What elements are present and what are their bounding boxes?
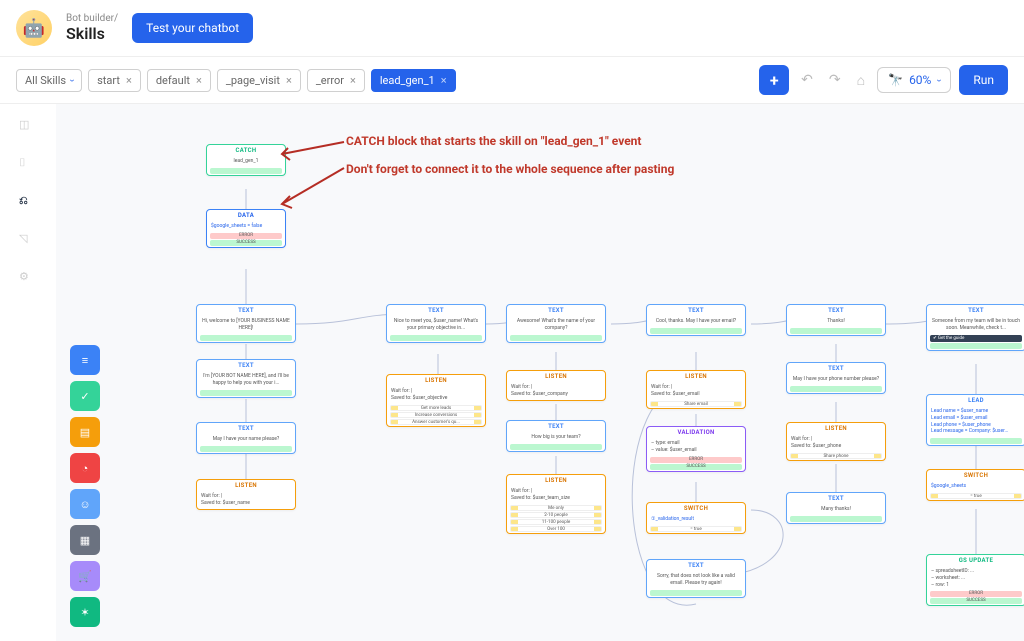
palette-list-icon[interactable]: ▤ xyxy=(70,417,100,447)
palette-link-icon[interactable]: ✶ xyxy=(70,597,100,627)
node-c4-listen[interactable]: LISTEN Wait for: |Saved to: $user_email … xyxy=(646,370,746,409)
node-c6-text1[interactable]: TEXTSomeone from my team will be in touc… xyxy=(926,304,1024,351)
filter-all-skills[interactable]: All Skills› xyxy=(16,69,82,92)
node-catch[interactable]: CATCH lead_gen_1 xyxy=(206,144,286,176)
tab-error[interactable]: _error× xyxy=(307,69,365,92)
node-c4-switch[interactable]: SWITCH ①_validation_result = true xyxy=(646,502,746,534)
run-button[interactable]: Run xyxy=(959,65,1008,95)
node-c3-text2[interactable]: TEXTHow big is your team? xyxy=(506,420,606,452)
node-c1-text3[interactable]: TEXTMay I have your name please? xyxy=(196,422,296,454)
tab-lead-gen-1[interactable]: lead_gen_1× xyxy=(371,69,456,92)
palette-check-icon[interactable]: ✓ xyxy=(70,381,100,411)
home-icon[interactable]: ⌂ xyxy=(853,72,869,89)
node-c3-listen2[interactable]: LISTEN Wait for: |Saved to: $user_team_s… xyxy=(506,474,606,534)
nav-broadcast-icon[interactable]: ◹ xyxy=(19,232,37,250)
undo-icon[interactable]: ↶ xyxy=(797,72,817,88)
node-c1-text1[interactable]: TEXTHi, welcome to [YOUR BUSINESS NAME H… xyxy=(196,304,296,343)
node-c5-text1[interactable]: TEXTThanks! xyxy=(786,304,886,336)
test-chatbot-button[interactable]: Test your chatbot xyxy=(132,13,253,43)
node-c1-listen[interactable]: LISTEN Wait for: |Saved to: $user_name xyxy=(196,479,296,510)
tab-page-visit[interactable]: _page_visit× xyxy=(217,69,301,92)
app-logo: 🤖 xyxy=(16,10,52,46)
node-c2-text1[interactable]: TEXTNice to meet you, $user_name! What's… xyxy=(386,304,486,343)
nav-skills-icon[interactable]: ⎌ xyxy=(19,194,37,212)
node-c1-text2[interactable]: TEXTI'm [YOUR BOT NAME HERE], and I'll b… xyxy=(196,359,296,398)
binoculars-icon: 🔭 xyxy=(888,73,903,87)
node-c4-text-err[interactable]: TEXTSorry, that does not look like a val… xyxy=(646,559,746,598)
node-c2-listen[interactable]: LISTEN Wait for: |Saved to: $user_object… xyxy=(386,374,486,427)
node-c6-switch[interactable]: SWITCH $google_sheets = true xyxy=(926,469,1024,501)
node-c5-text3[interactable]: TEXTMany thanks! xyxy=(786,492,886,524)
nav-chat-icon[interactable]: ⌷ xyxy=(19,156,37,174)
palette-user-icon[interactable]: ☺ xyxy=(70,489,100,519)
node-c3-listen1[interactable]: LISTEN Wait for: |Saved to: $user_compan… xyxy=(506,370,606,401)
palette-text-icon[interactable]: ≡ xyxy=(70,345,100,375)
tab-start[interactable]: start× xyxy=(88,69,141,92)
annotation-connect: Don't forget to connect it to the whole … xyxy=(346,162,674,176)
nav-analytics-icon[interactable]: ◫ xyxy=(19,118,37,136)
tab-default[interactable]: default× xyxy=(147,69,211,92)
palette-cart-icon[interactable]: 🛒 xyxy=(70,561,100,591)
node-c6-gs-update[interactable]: GS UPDATE – spreadsheetID: ...– workshee… xyxy=(926,554,1024,606)
node-c5-listen[interactable]: LISTEN Wait for: |Saved to: $user_phone … xyxy=(786,422,886,461)
node-c5-text2[interactable]: TEXTMay I have your phone number please? xyxy=(786,362,886,394)
annotation-catch: CATCH block that starts the skill on "le… xyxy=(346,134,641,148)
nav-settings-icon[interactable]: ⚙ xyxy=(19,270,37,288)
node-c4-text1[interactable]: TEXTCool, thanks. May I have your email? xyxy=(646,304,746,336)
node-data[interactable]: DATA $google_sheets = false ERROR SUCCES… xyxy=(206,209,286,248)
palette-timer-icon[interactable]: ◔ xyxy=(70,453,100,483)
palette-calc-icon[interactable]: ▦ xyxy=(70,525,100,555)
node-c3-text1[interactable]: TEXTAwesome! What's the name of your com… xyxy=(506,304,606,343)
zoom-control[interactable]: 🔭 60%› xyxy=(877,67,951,93)
breadcrumb: Bot builder/ xyxy=(66,13,118,24)
node-c6-lead[interactable]: LEAD Lead name = $user_nameLead email = … xyxy=(926,394,1024,446)
node-c4-validation[interactable]: VALIDATION – type: email – value: $user_… xyxy=(646,426,746,472)
add-button[interactable]: + xyxy=(759,65,789,95)
page-title: Skills xyxy=(66,24,118,43)
node-palette: ≡ ✓ ▤ ◔ ☺ ▦ 🛒 ✶ xyxy=(70,345,100,627)
redo-icon[interactable]: ↷ xyxy=(825,72,845,88)
